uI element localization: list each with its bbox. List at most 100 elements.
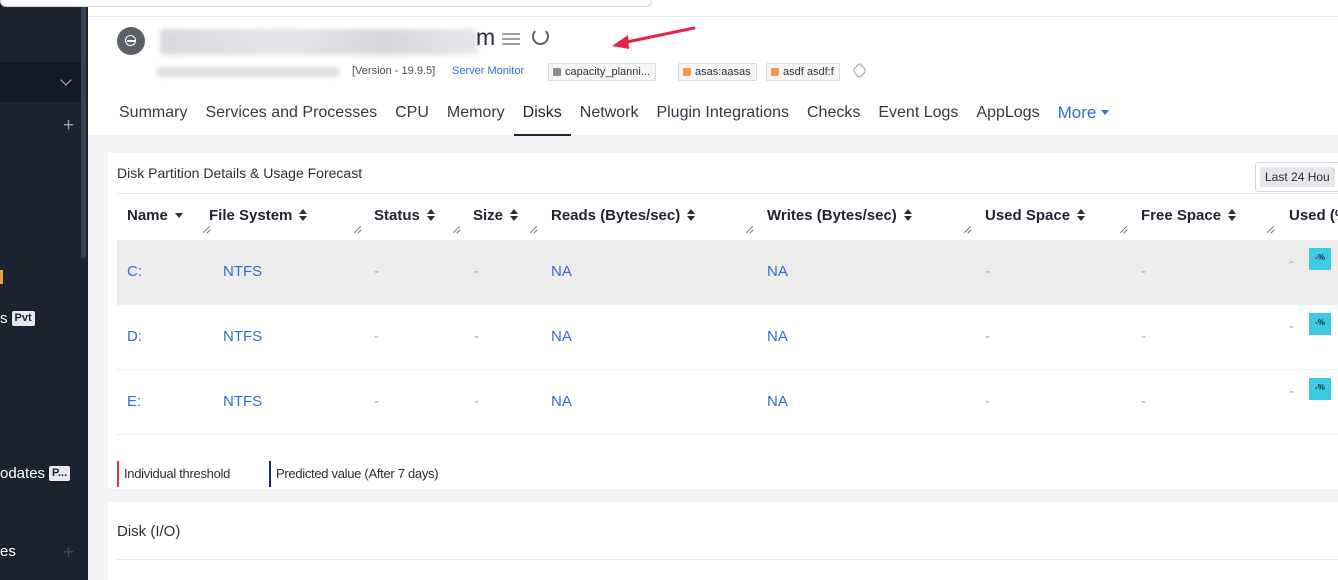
- cell-used-pct: -: [1289, 318, 1294, 335]
- column-resize-icon[interactable]: [963, 225, 972, 234]
- legend-predicted: Predicted value (After 7 days): [269, 461, 439, 487]
- cell-size: -: [474, 328, 479, 345]
- tab-applogs[interactable]: AppLogs: [967, 103, 1048, 136]
- add-icon[interactable]: +: [63, 116, 74, 135]
- column-resize-icon[interactable]: [745, 225, 754, 234]
- column-resize-icon[interactable]: [452, 225, 461, 234]
- sort-icon: [1228, 209, 1237, 221]
- tab-network[interactable]: Network: [571, 103, 648, 136]
- tab-checks[interactable]: Checks: [798, 103, 869, 136]
- col-size[interactable]: Size: [473, 207, 519, 224]
- tab-services[interactable]: Services and Processes: [196, 103, 386, 136]
- time-range-label: Last 24 Hou: [1260, 167, 1335, 187]
- col-label: Size: [473, 207, 504, 224]
- sort-icon: [1077, 209, 1086, 221]
- col-label: File System: [209, 207, 293, 224]
- pct-badge: -%: [1309, 248, 1331, 270]
- pct-badge: -%: [1309, 313, 1331, 335]
- monitor-type-link[interactable]: Server Monitor: [452, 65, 524, 77]
- time-range-button[interactable]: Last 24 Hou: [1255, 162, 1338, 192]
- tag-capacity[interactable]: capacity_planni...: [548, 63, 656, 81]
- tab-more[interactable]: More: [1049, 103, 1119, 136]
- table-row[interactable]: C: NTFS - - NA NA - - - -%: [117, 240, 1338, 305]
- cell-file-system: NTFS: [223, 393, 263, 410]
- col-used-space[interactable]: Used Space: [985, 207, 1086, 224]
- sort-icon: [299, 209, 308, 221]
- sidebar-item-fragment[interactable]: es: [0, 543, 16, 560]
- cell-free-space: -: [1141, 328, 1146, 345]
- cell-file-system: NTFS: [223, 263, 263, 280]
- tag-asdf[interactable]: asdf asdf:f: [766, 63, 840, 81]
- cell-file-system: NTFS: [223, 328, 263, 345]
- url-bar[interactable]: [0, 0, 652, 7]
- caret-down-icon: [1101, 110, 1110, 115]
- tag-label: asdf asdf:f: [783, 66, 834, 78]
- column-resize-icon[interactable]: [1266, 225, 1275, 234]
- sidebar-item-label: s: [0, 310, 8, 327]
- tab-disks[interactable]: Disks: [513, 103, 571, 136]
- divider: [117, 193, 1338, 194]
- cell-name[interactable]: C:: [127, 263, 142, 280]
- col-writes[interactable]: Writes (Bytes/sec): [767, 207, 912, 224]
- legend-label: Individual threshold: [124, 466, 231, 481]
- tab-memory[interactable]: Memory: [438, 103, 514, 136]
- cell-writes: NA: [767, 393, 788, 410]
- sidebar-item-label: es: [0, 543, 16, 560]
- panel-title: Disk (I/O): [117, 523, 181, 540]
- browser-top-strip: [0, 0, 1338, 17]
- monitor-name-tail: m: [476, 24, 496, 50]
- panel-title: Disk Partition Details & Usage Forecast: [117, 165, 363, 181]
- column-resize-icon[interactable]: [202, 225, 211, 234]
- monitor-header: m [Version - 19.9.5] Server Monitor capa…: [88, 17, 1338, 137]
- sort-icon: [903, 209, 912, 221]
- tab-bar: Summary Services and Processes CPU Memor…: [119, 103, 1118, 137]
- refresh-icon[interactable]: [532, 28, 549, 45]
- col-name[interactable]: Name: [127, 207, 183, 224]
- col-used-pct[interactable]: Used (%: [1289, 207, 1338, 224]
- menu-icon[interactable]: [502, 33, 520, 45]
- cell-free-space: -: [1141, 263, 1146, 280]
- sidebar-scrollbar[interactable]: [81, 0, 86, 258]
- sidebar-item-fragment[interactable]: s Pvt: [0, 310, 35, 327]
- col-label: Writes (Bytes/sec): [767, 207, 897, 224]
- column-resize-icon[interactable]: [353, 225, 362, 234]
- cell-used-pct: -: [1289, 253, 1294, 270]
- tag-color-icon: [683, 68, 691, 76]
- tag-asas[interactable]: asas:aasas: [678, 63, 757, 81]
- version-label: [Version - 19.9.5]: [352, 65, 436, 77]
- pvt-badge: Pvt: [11, 311, 35, 326]
- sidebar-selected-item[interactable]: [0, 62, 82, 102]
- monitor-name-redacted: [160, 29, 478, 55]
- monitor-subtitle-redacted: [156, 67, 340, 77]
- sidebar-item-label: odates: [0, 465, 46, 482]
- tab-event-logs[interactable]: Event Logs: [869, 103, 967, 136]
- col-label: Reads (Bytes/sec): [551, 207, 681, 224]
- tab-summary[interactable]: Summary: [119, 103, 196, 136]
- column-resize-icon[interactable]: [1119, 225, 1128, 234]
- disk-io-panel: Disk (I/O): [108, 502, 1338, 580]
- sidebar-item-updates[interactable]: odates P...: [0, 465, 71, 482]
- column-resize-icon[interactable]: [529, 225, 538, 234]
- col-label: Used Space: [985, 207, 1071, 224]
- table-row[interactable]: E: NTFS - - NA NA - - - -%: [117, 370, 1338, 435]
- col-status[interactable]: Status: [374, 207, 435, 224]
- cell-name[interactable]: E:: [127, 393, 141, 410]
- cell-status: -: [374, 263, 379, 280]
- tag-add-icon[interactable]: [851, 62, 868, 79]
- table-row[interactable]: D: NTFS - - NA NA - - - -%: [117, 305, 1338, 370]
- sidebar: + s Pvt odates P... es +: [0, 0, 88, 580]
- pct-badge: -%: [1309, 378, 1331, 400]
- add-icon[interactable]: +: [63, 543, 74, 562]
- tab-plugin-integrations[interactable]: Plugin Integrations: [647, 103, 798, 136]
- sort-icon: [510, 209, 519, 221]
- tab-more-label: More: [1057, 103, 1097, 122]
- col-free-space[interactable]: Free Space: [1141, 207, 1237, 224]
- col-file-system[interactable]: File System: [209, 207, 308, 224]
- cell-name[interactable]: D:: [127, 328, 142, 345]
- cell-reads: NA: [551, 328, 572, 345]
- legend-color-icon: [269, 461, 271, 487]
- cell-used-space: -: [985, 393, 990, 410]
- col-reads[interactable]: Reads (Bytes/sec): [551, 207, 696, 224]
- cell-status: -: [374, 328, 379, 345]
- tab-cpu[interactable]: CPU: [386, 103, 438, 136]
